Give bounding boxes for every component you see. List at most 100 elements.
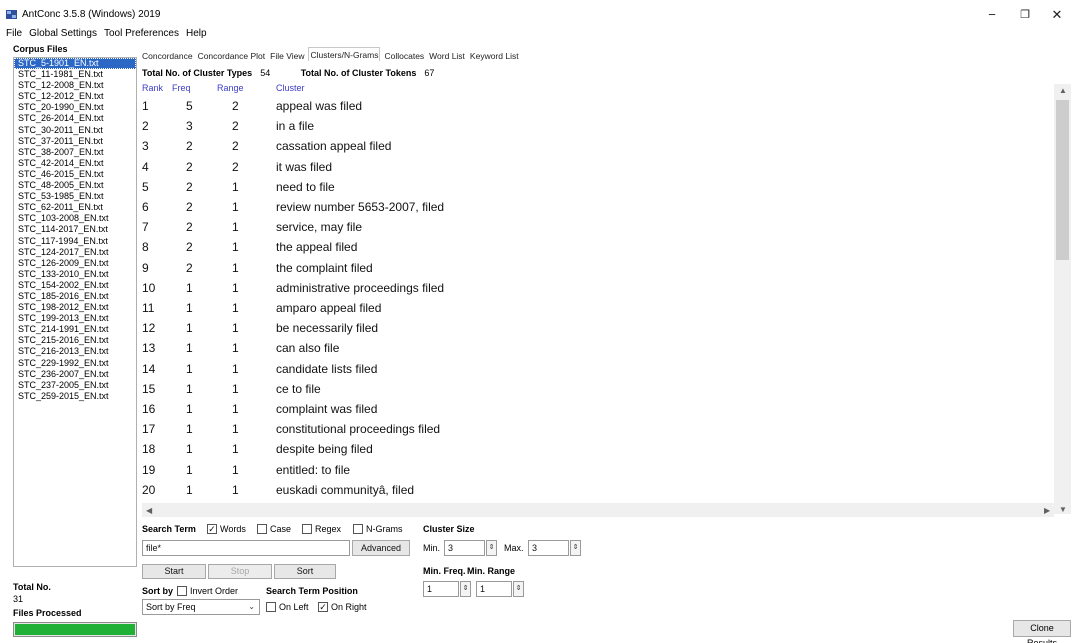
clone-results-button[interactable]: Clone Results xyxy=(1013,620,1071,643)
cluster-results-table[interactable]: 1 5 2 appeal was filed 2 3 2 in a file 3 2 2 cassat… xyxy=(142,96,1054,506)
corpus-file-item[interactable]: STC_37-2011_EN.txt xyxy=(14,136,136,147)
tab-concordance-plot[interactable]: Concordance Plot xyxy=(197,49,267,63)
minimize-icon[interactable]: − xyxy=(982,6,1002,24)
scroll-up-icon[interactable]: ▲ xyxy=(1059,86,1067,95)
tab-word-list[interactable]: Word List xyxy=(428,49,466,63)
table-row[interactable]: 5 2 1 need to file xyxy=(142,177,1054,197)
column-freq[interactable]: Freq xyxy=(172,83,191,93)
corpus-file-item[interactable]: STC_5-1901_EN.txt xyxy=(14,58,136,70)
table-row[interactable]: 20 1 1 euskadi communityâ, filed xyxy=(142,480,1054,500)
min-size-input[interactable]: 3 xyxy=(444,540,485,556)
table-row[interactable]: 2 3 2 in a file xyxy=(142,116,1054,136)
corpus-file-item[interactable]: STC_215-2016_EN.txt xyxy=(14,335,136,346)
corpus-file-item[interactable]: STC_133-2010_EN.txt xyxy=(14,269,136,280)
table-row[interactable]: 6 2 1 review number 5653-2007, filed xyxy=(142,197,1054,217)
table-row[interactable]: 14 1 1 candidate lists filed xyxy=(142,359,1054,379)
close-icon[interactable]: ✕ xyxy=(1047,6,1067,24)
corpus-file-item[interactable]: STC_46-2015_EN.txt xyxy=(14,169,136,180)
sort-button[interactable]: Sort xyxy=(274,564,336,579)
min-freq-input[interactable]: 1 xyxy=(423,581,459,597)
corpus-file-item[interactable]: STC_229-1992_EN.txt xyxy=(14,358,136,369)
advanced-button[interactable]: Advanced xyxy=(352,540,410,556)
table-row[interactable]: 3 2 2 cassation appeal filed xyxy=(142,136,1054,156)
corpus-file-item[interactable]: STC_114-2017_EN.txt xyxy=(14,224,136,235)
column-cluster[interactable]: Cluster xyxy=(276,83,305,93)
corpus-file-item[interactable]: STC_214-1991_EN.txt xyxy=(14,324,136,335)
table-row[interactable]: 17 1 1 constitutional proceedings filed xyxy=(142,419,1054,439)
menu-tool-preferences[interactable]: Tool Preferences xyxy=(104,27,179,41)
table-row[interactable]: 16 1 1 complaint was filed xyxy=(142,399,1054,419)
corpus-file-item[interactable]: STC_126-2009_EN.txt xyxy=(14,258,136,269)
table-row[interactable]: 7 2 1 service, may file xyxy=(142,217,1054,237)
ngrams-checkbox[interactable] xyxy=(353,524,363,534)
words-checkbox[interactable]: ✓ xyxy=(207,524,217,534)
corpus-file-item[interactable]: STC_199-2013_EN.txt xyxy=(14,313,136,324)
corpus-file-item[interactable]: STC_12-2012_EN.txt xyxy=(14,91,136,102)
corpus-file-item[interactable]: STC_42-2014_EN.txt xyxy=(14,158,136,169)
corpus-file-item[interactable]: STC_62-2011_EN.txt xyxy=(14,202,136,213)
table-row[interactable]: 10 1 1 administrative proceedings filed xyxy=(142,278,1054,298)
table-row[interactable]: 9 2 1 the complaint filed xyxy=(142,258,1054,278)
corpus-file-item[interactable]: STC_26-2014_EN.txt xyxy=(14,113,136,124)
rank-cell: 18 xyxy=(142,442,156,457)
corpus-file-item[interactable]: STC_117-1994_EN.txt xyxy=(14,236,136,247)
corpus-file-item[interactable]: STC_236-2007_EN.txt xyxy=(14,369,136,380)
table-row[interactable]: 8 2 1 the appeal filed xyxy=(142,237,1054,257)
corpus-file-item[interactable]: STC_124-2017_EN.txt xyxy=(14,247,136,258)
tab-collocates[interactable]: Collocates xyxy=(383,49,425,63)
corpus-file-item[interactable]: STC_154-2002_EN.txt xyxy=(14,280,136,291)
scroll-left-icon[interactable]: ◀ xyxy=(146,506,152,515)
tab-clusters-n-grams[interactable]: Clusters/N-Grams xyxy=(308,47,381,61)
corpus-file-item[interactable]: STC_38-2007_EN.txt xyxy=(14,147,136,158)
regex-checkbox[interactable] xyxy=(302,524,312,534)
corpus-file-item[interactable]: STC_53-1985_EN.txt xyxy=(14,191,136,202)
stop-button[interactable]: Stop xyxy=(208,564,272,579)
on-right-checkbox[interactable]: ✓ xyxy=(318,602,328,612)
start-button[interactable]: Start xyxy=(142,564,206,579)
corpus-file-item[interactable]: STC_48-2005_EN.txt xyxy=(14,180,136,191)
corpus-file-item[interactable]: STC_198-2012_EN.txt xyxy=(14,302,136,313)
tab-keyword-list[interactable]: Keyword List xyxy=(469,49,520,63)
corpus-file-item[interactable]: STC_30-2011_EN.txt xyxy=(14,125,136,136)
menu-file[interactable]: File xyxy=(6,27,22,41)
on-left-checkbox[interactable] xyxy=(266,602,276,612)
results-scroll-thumb[interactable] xyxy=(1056,100,1069,260)
corpus-file-list[interactable]: STC_5-1901_EN.txt STC_11-1981_EN.txt STC_1… xyxy=(13,57,137,567)
table-row[interactable]: 19 1 1 entitled: to file xyxy=(142,460,1054,480)
table-row[interactable]: 15 1 1 ce to file xyxy=(142,379,1054,399)
column-range[interactable]: Range xyxy=(217,83,244,93)
results-horizontal-scrollbar[interactable] xyxy=(142,503,1054,517)
table-row[interactable]: 1 5 2 appeal was filed xyxy=(142,96,1054,116)
sort-by-dropdown[interactable]: Sort by Freq ⌄ xyxy=(142,599,260,615)
corpus-file-item[interactable]: STC_185-2016_EN.txt xyxy=(14,291,136,302)
case-checkbox[interactable] xyxy=(257,524,267,534)
table-row[interactable]: 13 1 1 can also file xyxy=(142,338,1054,358)
min-range-input[interactable]: 1 xyxy=(476,581,512,597)
tab-file-view[interactable]: File View xyxy=(269,49,305,63)
scroll-right-icon[interactable]: ▶ xyxy=(1044,506,1050,515)
min-size-spinner-icon[interactable]: ⇕ xyxy=(486,540,497,556)
max-size-input[interactable]: 3 xyxy=(528,540,569,556)
table-row[interactable]: 4 2 2 it was filed xyxy=(142,157,1054,177)
min-range-spinner-icon[interactable]: ⇕ xyxy=(513,581,524,597)
corpus-file-item[interactable]: STC_12-2008_EN.txt xyxy=(14,80,136,91)
menu-help[interactable]: Help xyxy=(186,27,207,41)
maximize-icon[interactable]: ❐ xyxy=(1015,6,1035,24)
column-rank[interactable]: Rank xyxy=(142,83,163,93)
invert-order-checkbox[interactable] xyxy=(177,586,187,596)
corpus-file-item[interactable]: STC_11-1981_EN.txt xyxy=(14,69,136,80)
table-row[interactable]: 12 1 1 be necessarily filed xyxy=(142,318,1054,338)
corpus-file-item[interactable]: STC_20-1990_EN.txt xyxy=(14,102,136,113)
corpus-file-item[interactable]: STC_103-2008_EN.txt xyxy=(14,213,136,224)
min-freq-spinner-icon[interactable]: ⇕ xyxy=(460,581,471,597)
menu-global-settings[interactable]: Global Settings xyxy=(29,27,97,41)
search-term-input[interactable]: file* xyxy=(142,540,350,556)
max-size-spinner-icon[interactable]: ⇕ xyxy=(570,540,581,556)
tab-concordance[interactable]: Concordance xyxy=(141,49,194,63)
table-row[interactable]: 18 1 1 despite being filed xyxy=(142,439,1054,459)
table-row[interactable]: 11 1 1 amparo appeal filed xyxy=(142,298,1054,318)
corpus-file-item[interactable]: STC_216-2013_EN.txt xyxy=(14,346,136,357)
corpus-file-item[interactable]: STC_237-2005_EN.txt xyxy=(14,380,136,391)
corpus-file-item[interactable]: STC_259-2015_EN.txt xyxy=(14,391,136,402)
scroll-down-icon[interactable]: ▼ xyxy=(1059,505,1067,514)
